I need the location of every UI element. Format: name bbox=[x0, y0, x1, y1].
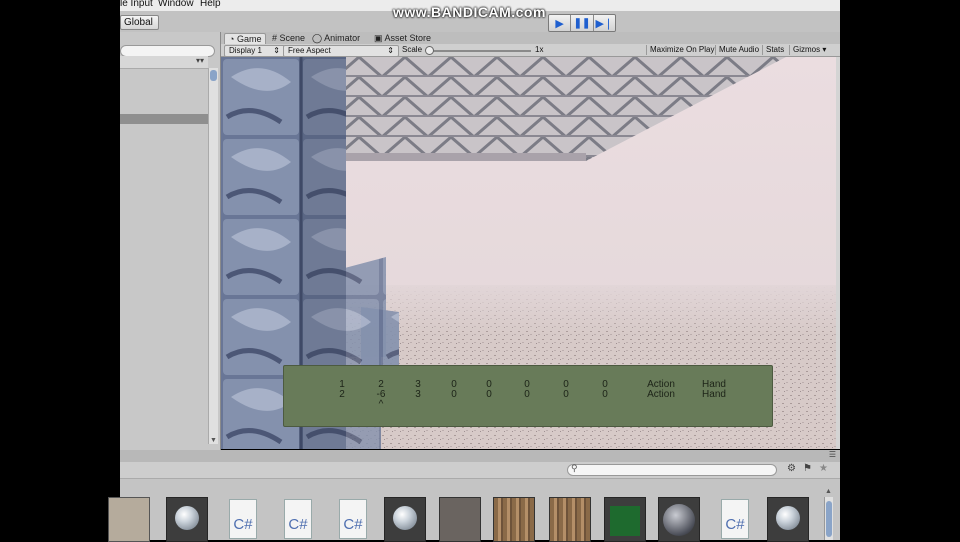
asset-tile[interactable]: C# bbox=[222, 497, 262, 540]
play-icon: ▶ bbox=[555, 17, 564, 30]
maximize-on-play-toggle[interactable]: Maximize On Play bbox=[646, 45, 717, 55]
panel-menu-icon[interactable]: ☰ bbox=[829, 450, 836, 459]
material-sphere-icon bbox=[776, 506, 800, 530]
menu-item-window[interactable]: Window bbox=[158, 0, 194, 9]
dropdown-arrow-icon: ⇕ bbox=[387, 46, 394, 55]
global-label: Global bbox=[124, 17, 153, 28]
material-sphere-icon bbox=[175, 506, 199, 530]
dropdown-arrow-icon: ▾ bbox=[822, 45, 827, 54]
tab-asset-store-label: Asset Store bbox=[384, 33, 432, 43]
scale-slider-track[interactable] bbox=[427, 50, 531, 52]
asset-tile[interactable]: C# bbox=[714, 497, 754, 540]
script-label: C# bbox=[233, 516, 253, 533]
animator-icon: ◯ bbox=[312, 33, 323, 43]
step-icon: ▶❘ bbox=[595, 17, 614, 30]
mute-audio-toggle[interactable]: Mute Audio bbox=[715, 45, 762, 55]
hud-cell: 0 bbox=[486, 389, 492, 400]
editor-tab-row: ◔ Game # Scene ◯ Animator ▣ Asset Store bbox=[221, 32, 840, 45]
material-sphere-icon bbox=[393, 506, 417, 530]
scroll-up-icon[interactable]: ▲ bbox=[825, 488, 832, 495]
pacman-icon: ◔ bbox=[229, 34, 235, 44]
display-dropdown[interactable]: Display 1 ⇕ bbox=[224, 45, 285, 57]
asset-tile[interactable]: C# bbox=[332, 497, 372, 540]
asset-tile[interactable] bbox=[767, 497, 809, 542]
play-button[interactable]: ▶ bbox=[549, 15, 572, 31]
hud-panel: 1 2 3 0 0 0 0 0 Action Hand 2 -6 3 0 0 0… bbox=[283, 365, 773, 427]
tab-scene[interactable]: # Scene bbox=[268, 33, 309, 44]
project-asset-grid: C# C# C# C# ▲ bbox=[108, 479, 840, 542]
pause-icon: ❚❚ bbox=[573, 17, 591, 29]
hierarchy-scrollbar[interactable]: ▼ bbox=[208, 68, 218, 444]
script-label: C# bbox=[725, 516, 745, 533]
green-cube-icon bbox=[610, 506, 640, 536]
play-controls: ▶ ❚❚ ▶❘ bbox=[548, 14, 616, 32]
scrollbar-thumb[interactable] bbox=[210, 70, 217, 81]
menu-item-help[interactable]: Help bbox=[200, 0, 221, 9]
hud-cell: 0 bbox=[524, 389, 530, 400]
asset-tile[interactable] bbox=[166, 497, 208, 542]
step-button[interactable]: ▶❘ bbox=[593, 15, 615, 31]
project-search-input[interactable]: ⚲ bbox=[567, 463, 777, 476]
asset-tile[interactable]: C# bbox=[277, 497, 317, 540]
wood-texture-thumbnail[interactable] bbox=[549, 497, 591, 542]
scrollbar-thumb[interactable] bbox=[826, 501, 832, 537]
scale-slider-handle[interactable] bbox=[425, 46, 434, 55]
hud-cell: 0 bbox=[563, 389, 569, 400]
aspect-value: Free Aspect bbox=[288, 46, 331, 55]
tab-animator[interactable]: ◯ Animator bbox=[308, 33, 364, 44]
grid-icon: # bbox=[272, 33, 278, 43]
hierarchy-scene-header[interactable] bbox=[120, 56, 208, 69]
game-view-toolbar: Display 1 ⇕ Free Aspect ⇕ Scale 1x Maxim… bbox=[221, 44, 840, 57]
hud-cell: 3 bbox=[415, 389, 421, 400]
project-toolbar: ⚲ ⚙ ⚑ ★ bbox=[120, 462, 840, 479]
gizmos-label: Gizmos bbox=[793, 45, 821, 54]
pivot-global-toggle[interactable]: Global bbox=[120, 15, 159, 30]
filter-by-type-icon[interactable]: ⚙ bbox=[787, 463, 796, 474]
tab-asset-store[interactable]: ▣ Asset Store bbox=[370, 33, 435, 44]
gizmos-dropdown[interactable]: Gizmos ▾ bbox=[789, 45, 829, 55]
pause-button[interactable]: ❚❚ bbox=[571, 15, 594, 31]
filter-by-label-icon[interactable]: ⚑ bbox=[803, 463, 812, 474]
display-value: Display 1 bbox=[229, 46, 262, 55]
script-label: C# bbox=[288, 516, 308, 533]
hierarchy-panel: ▾▾ ▼ bbox=[120, 32, 221, 450]
scroll-down-icon[interactable]: ▼ bbox=[210, 437, 217, 444]
asset-tile[interactable] bbox=[658, 497, 700, 542]
game-view-edge bbox=[836, 57, 840, 449]
tab-game-label: Game bbox=[236, 34, 262, 44]
hud-cell: 0 bbox=[451, 389, 457, 400]
asset-tile[interactable] bbox=[604, 497, 646, 542]
asset-tile[interactable] bbox=[384, 497, 426, 542]
menu-item-input[interactable]: le Input bbox=[120, 0, 153, 9]
stone-texture-thumbnail[interactable] bbox=[108, 497, 150, 542]
wood-texture-thumbnail[interactable] bbox=[493, 497, 535, 542]
marble-sphere-icon bbox=[663, 504, 695, 536]
dropdown-arrow-icon[interactable]: ▾▾ bbox=[196, 56, 204, 65]
csharp-script-icon: C# bbox=[721, 499, 749, 539]
scale-label: Scale bbox=[402, 45, 423, 54]
csharp-script-icon: C# bbox=[284, 499, 312, 539]
csharp-script-icon: C# bbox=[339, 499, 367, 539]
hierarchy-selected-row[interactable] bbox=[120, 114, 208, 124]
hud-cell: 2 bbox=[339, 389, 345, 400]
hud-cursor-marker: ^ bbox=[378, 399, 384, 410]
search-icon: ⚲ bbox=[571, 463, 578, 473]
csharp-script-icon: C# bbox=[229, 499, 257, 539]
project-scrollbar[interactable]: ▲ bbox=[824, 488, 833, 540]
recorder-watermark: www.BANDICAM.com bbox=[393, 4, 546, 20]
aspect-dropdown[interactable]: Free Aspect ⇕ bbox=[283, 45, 399, 57]
hud-cell: Action bbox=[647, 389, 675, 400]
hud-cell: Hand bbox=[702, 389, 726, 400]
scale-value: 1x bbox=[535, 45, 544, 54]
rock-texture-thumbnail[interactable] bbox=[439, 497, 481, 542]
hud-cell: 0 bbox=[602, 389, 608, 400]
tab-animator-label: Animator bbox=[324, 33, 361, 43]
store-icon: ▣ bbox=[374, 33, 383, 43]
tab-scene-label: Scene bbox=[279, 33, 306, 43]
script-label: C# bbox=[343, 516, 363, 533]
dropdown-arrow-icon: ⇕ bbox=[273, 46, 280, 55]
stats-toggle[interactable]: Stats bbox=[762, 45, 787, 55]
favorite-star-icon[interactable]: ★ bbox=[819, 463, 828, 474]
